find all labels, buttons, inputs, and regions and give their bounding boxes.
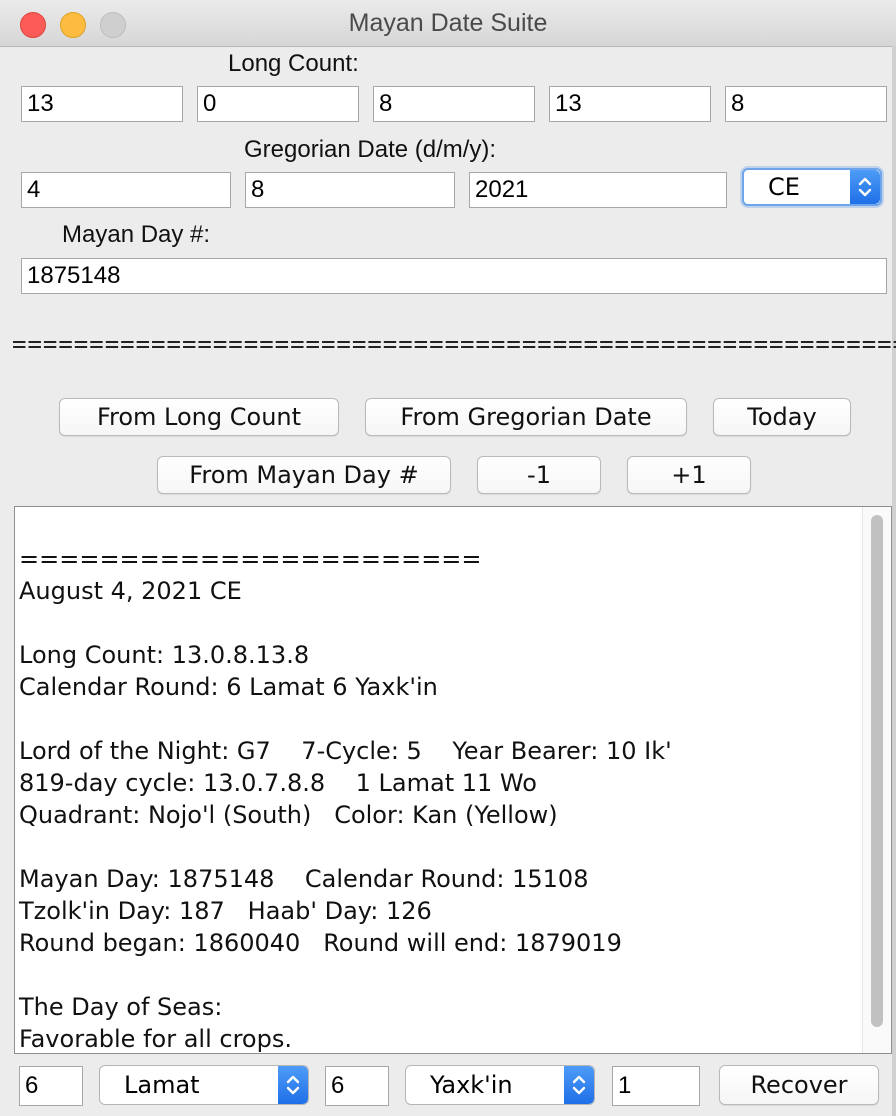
haab-month-select[interactable]: Yaxk'in (405, 1065, 595, 1105)
title-bar: Mayan Date Suite (0, 0, 896, 47)
long-count-katun-field[interactable]: 0 (197, 86, 359, 122)
minus-one-button[interactable]: -1 (477, 456, 601, 494)
output-line: August 4, 2021 CE (19, 577, 242, 605)
era-select-value: CE (768, 173, 800, 201)
gregorian-date-label: Gregorian Date (d/m/y): (244, 136, 497, 163)
output-line: Long Count: 13.0.8.13.8 (19, 641, 310, 669)
from-mayan-day-button[interactable]: From Mayan Day # (157, 456, 451, 494)
plus-one-button[interactable]: +1 (627, 456, 751, 494)
vertical-scrollbar[interactable] (862, 507, 891, 1053)
chevron-updown-icon (278, 1066, 308, 1104)
tzolkin-number-field[interactable]: 6 (19, 1066, 83, 1106)
window-edge (892, 46, 896, 1116)
mayan-day-field[interactable]: 1875148 (21, 258, 887, 294)
gregorian-day-field[interactable]: 4 (21, 172, 231, 208)
gregorian-month-field[interactable]: 8 (245, 172, 455, 208)
output-line: Quadrant: Nojo'l (South) Color: Kan (Yel… (19, 801, 558, 829)
output-line: Calendar Round: 6 Lamat 6 Yaxk'in (19, 673, 438, 701)
from-gregorian-date-button[interactable]: From Gregorian Date (365, 398, 687, 436)
separator-line: ========================================… (12, 330, 896, 358)
recover-button[interactable]: Recover (719, 1065, 879, 1105)
output-line: Favorable for all crops. (19, 1025, 292, 1053)
output-text: ======================= August 4, 2021 C… (19, 543, 851, 1053)
tzolkin-name-select[interactable]: Lamat (99, 1065, 309, 1105)
output-line: Mayan Day: 1875148 Calendar Round: 15108 (19, 865, 589, 893)
haab-number-field[interactable]: 6 (325, 1066, 389, 1106)
chevron-updown-icon (564, 1066, 594, 1104)
scrollbar-thumb[interactable] (871, 515, 883, 1027)
gregorian-year-field[interactable]: 2021 (469, 172, 727, 208)
era-select[interactable]: CE (742, 168, 882, 206)
mayan-day-label: Mayan Day #: (62, 221, 211, 248)
long-count-tun-field[interactable]: 8 (373, 86, 535, 122)
output-line: Lord of the Night: G7 7-Cycle: 5 Year Be… (19, 737, 672, 765)
long-count-label: Long Count: (228, 50, 359, 77)
from-long-count-button[interactable]: From Long Count (59, 398, 339, 436)
cycle-field[interactable]: 1 (612, 1066, 700, 1106)
window-title: Mayan Date Suite (348, 9, 548, 37)
output-line: Round began: 1860040 Round will end: 187… (19, 929, 622, 957)
long-count-winal-field[interactable]: 13 (549, 86, 711, 122)
long-count-kin-field[interactable]: 8 (725, 86, 887, 122)
output-line: The Day of Seas: (19, 993, 223, 1021)
output-line: ======================= (19, 545, 482, 573)
output-line: 819-day cycle: 13.0.7.8.8 1 Lamat 11 Wo (19, 769, 537, 797)
haab-month-value: Yaxk'in (430, 1071, 513, 1099)
today-button[interactable]: Today (713, 398, 851, 436)
long-count-baktun-field[interactable]: 13 (21, 86, 183, 122)
tzolkin-name-value: Lamat (124, 1071, 200, 1099)
output-line: Tzolk'in Day: 187 Haab' Day: 126 (19, 897, 432, 925)
output-text-area[interactable]: ======================= August 4, 2021 C… (14, 506, 892, 1054)
chevron-updown-icon (850, 170, 880, 204)
